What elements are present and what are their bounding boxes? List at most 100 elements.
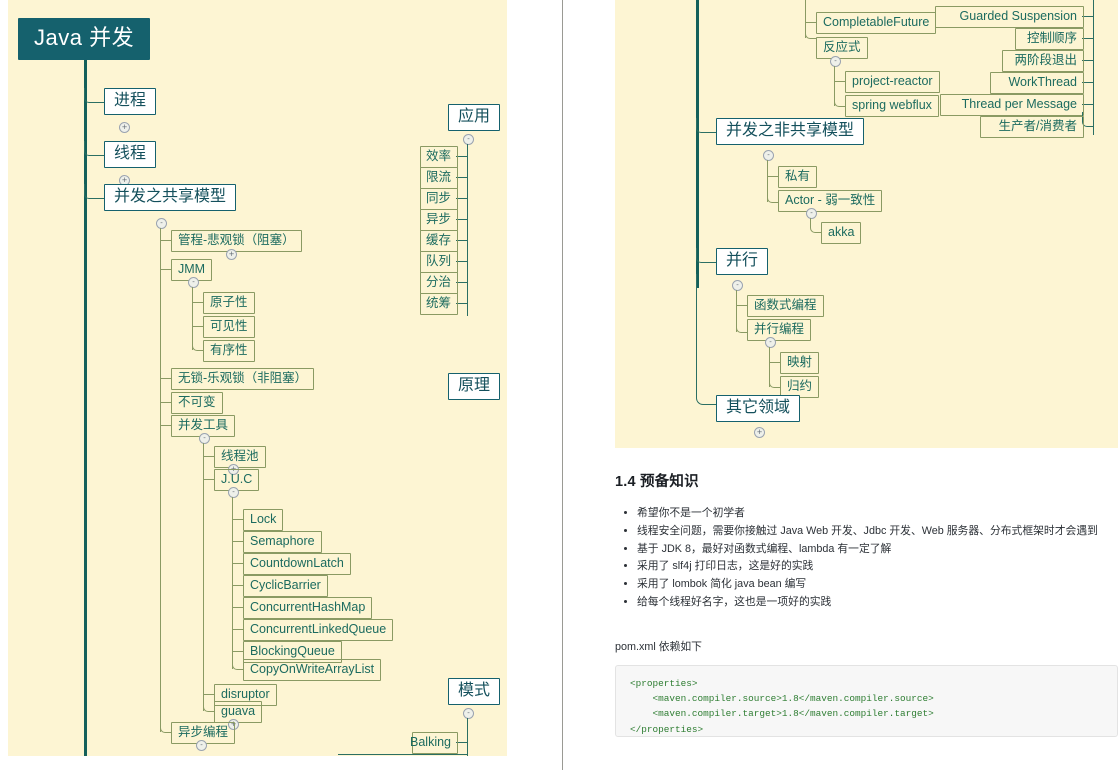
node-divide-conquer[interactable]: 分治	[420, 272, 458, 294]
connector-line	[160, 378, 171, 379]
node-functional-programming[interactable]: 函数式编程	[747, 295, 824, 317]
node-async[interactable]: 异步	[420, 209, 458, 231]
connector-line	[160, 269, 171, 270]
node-ordering[interactable]: 有序性	[203, 340, 255, 362]
mindmap-root-node[interactable]: Java 并发	[18, 18, 151, 60]
node-shared-model[interactable]: 并发之共享模型	[104, 184, 237, 211]
connector-line	[736, 305, 747, 306]
node-atomicity[interactable]: 原子性	[203, 292, 255, 314]
node-application[interactable]: 应用	[448, 104, 501, 131]
connector-line	[232, 607, 243, 608]
node-balking[interactable]: Balking	[410, 732, 458, 754]
node-parallel-programming[interactable]: 并行编程	[747, 319, 812, 341]
connector-line	[834, 81, 845, 82]
list-item: 采用了 slf4j 打印日志，这是好的实践	[637, 558, 1118, 576]
connector-line	[160, 240, 171, 241]
connector-line	[338, 754, 468, 755]
node-principle[interactable]: 原理	[448, 373, 501, 400]
node-workthread[interactable]: WorkThread	[990, 72, 1084, 94]
node-semaphore[interactable]: Semaphore	[243, 531, 322, 553]
node-thread[interactable]: 线程	[104, 141, 157, 168]
node-akka[interactable]: akka	[821, 222, 862, 244]
node-concurrenthashmap[interactable]: ConcurrentHashMap	[243, 597, 373, 619]
node-completablefuture[interactable]: CompletableFuture	[816, 12, 937, 34]
toggle-reactive[interactable]: -	[830, 56, 841, 67]
list-item: 采用了 lombok 简化 java bean 编写	[637, 576, 1118, 594]
node-efficiency[interactable]: 效率	[420, 146, 458, 168]
code-block[interactable]: <properties> <maven.compiler.source>1.8<…	[615, 664, 1118, 737]
pattern-subtrunk	[467, 718, 468, 756]
document-section: 1.4 预备知识 希望你不是一个初学者 线程安全问题，需要你接触过 Java W…	[615, 470, 1118, 737]
node-visibility[interactable]: 可见性	[203, 316, 255, 338]
connector-elbow	[84, 88, 105, 103]
connector-line	[767, 176, 778, 177]
node-cyclicbarrier[interactable]: CyclicBarrier	[243, 575, 328, 597]
list-item: 基于 JDK 8，最好对函数式编程、lambda 有一定了解	[637, 541, 1118, 559]
node-pattern[interactable]: 模式	[448, 678, 501, 705]
connector-elbow	[84, 184, 105, 199]
node-two-phase-exit[interactable]: 两阶段退出	[1002, 50, 1084, 72]
toggle-shared-model[interactable]: -	[156, 218, 167, 229]
node-guarded-suspension[interactable]: Guarded Suspension	[935, 6, 1084, 28]
connector-line	[769, 362, 780, 363]
node-rate-limit[interactable]: 限流	[420, 167, 458, 189]
connector-line	[192, 302, 203, 303]
tools-subtrunk	[203, 443, 204, 711]
node-parallel[interactable]: 并行	[716, 248, 769, 275]
toggle-monitor[interactable]: +	[226, 249, 237, 260]
node-other-domains[interactable]: 其它领域	[716, 395, 801, 422]
connector-elbow	[696, 274, 717, 405]
connector-line	[160, 402, 171, 403]
toggle-parallel[interactable]: -	[732, 280, 743, 291]
node-guava[interactable]: guava	[214, 701, 263, 723]
main-trunk-line	[84, 60, 87, 756]
juc-subtrunk	[232, 497, 233, 669]
node-control-order[interactable]: 控制顺序	[1015, 28, 1084, 50]
toggle-process[interactable]: +	[119, 122, 130, 133]
toggle-concurrency-tools[interactable]: -	[199, 433, 210, 444]
node-thread-per-message[interactable]: Thread per Message	[940, 94, 1084, 116]
node-private[interactable]: 私有	[778, 166, 818, 188]
connector-line	[232, 541, 243, 542]
node-cache[interactable]: 缓存	[420, 230, 458, 252]
node-copyonwritearraylist[interactable]: CopyOnWriteArrayList	[243, 659, 382, 681]
toggle-other-domains[interactable]: +	[754, 427, 765, 438]
node-thread-pool[interactable]: 线程池	[214, 446, 266, 468]
list-item: 给每个线程好名字，这也是一项好的实践	[637, 594, 1118, 612]
node-mapping[interactable]: 映射	[780, 352, 820, 374]
pom-caption: pom.xml 依赖如下	[615, 640, 702, 653]
node-lockfree-optimistic[interactable]: 无锁-乐观锁（非阻塞）	[171, 368, 315, 390]
toggle-pattern[interactable]: -	[463, 708, 474, 719]
node-process[interactable]: 进程	[104, 88, 157, 115]
toggle-parallel-programming[interactable]: -	[765, 337, 776, 348]
node-immutable[interactable]: 不可变	[171, 392, 223, 414]
list-item: 线程安全问题，需要你接触过 Java Web 开发、Jdbc 开发、Web 服务…	[637, 523, 1118, 541]
node-concurrentlinkedqueue[interactable]: ConcurrentLinkedQueue	[243, 619, 394, 641]
node-reactive[interactable]: 反应式	[816, 37, 868, 59]
mindmap-left-panel[interactable]: Java 并发 进程 + 线程 + 并发之共享模型 - 管程-悲观锁（阻塞） +…	[8, 0, 507, 756]
node-producer-consumer[interactable]: 生产者/消费者	[980, 116, 1084, 138]
toggle-non-shared-model[interactable]: -	[763, 150, 774, 161]
node-coordination[interactable]: 统筹	[420, 293, 458, 315]
connector-line	[232, 651, 243, 652]
connector-line	[192, 326, 203, 327]
toggle-async-programming[interactable]: -	[196, 740, 207, 751]
node-spring-webflux[interactable]: spring webflux	[845, 95, 939, 117]
node-sync[interactable]: 同步	[420, 188, 458, 210]
connector-line	[203, 479, 214, 480]
node-monitor-pessimistic-lock[interactable]: 管程-悲观锁（阻塞）	[171, 230, 302, 252]
connector-line	[232, 519, 243, 520]
connector-line	[160, 425, 171, 426]
node-actor-weak-consistency[interactable]: Actor - 弱一致性	[778, 190, 883, 212]
node-countdownlatch[interactable]: CountdownLatch	[243, 553, 351, 575]
toggle-application[interactable]: -	[463, 134, 474, 145]
connector-line	[232, 563, 243, 564]
mindmap-right-panel[interactable]: CompletableFuture 反应式 - project-reactor …	[615, 0, 1118, 448]
node-non-shared-model[interactable]: 并发之非共享模型	[716, 118, 865, 145]
toggle-juc[interactable]: -	[228, 487, 239, 498]
node-queue[interactable]: 队列	[420, 251, 458, 273]
toggle-jmm[interactable]: -	[188, 277, 199, 288]
mindmap-document-page: Java 并发 进程 + 线程 + 并发之共享模型 - 管程-悲观锁（阻塞） +…	[0, 0, 1118, 770]
node-lock[interactable]: Lock	[243, 509, 284, 531]
node-project-reactor[interactable]: project-reactor	[845, 71, 940, 93]
